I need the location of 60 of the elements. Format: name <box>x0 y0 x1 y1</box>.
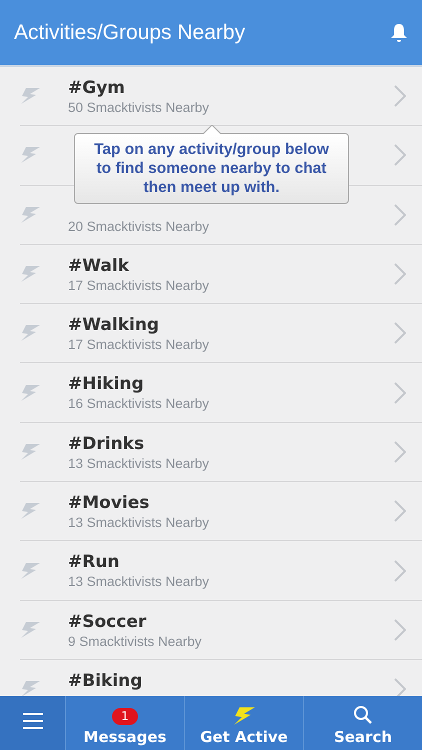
activity-row[interactable]: #Hiking 16 Smacktivists Nearby <box>20 363 422 423</box>
nearby-count: 13 Smacktivists Nearby <box>68 514 210 532</box>
lightning-icon <box>20 384 40 401</box>
chevron-icon <box>394 618 406 641</box>
tab-button[interactable]: Get Active <box>184 696 303 750</box>
activity-row[interactable]: #Run 13 Smacktivists Nearby <box>20 541 422 601</box>
activity-title: #Gym <box>68 78 126 99</box>
unread-badge: 1 <box>112 708 138 725</box>
bell-icon[interactable] <box>390 22 408 42</box>
activity-row[interactable]: #Gym 50 Smacktivists Nearby <box>20 67 422 126</box>
lightning-icon <box>20 562 40 579</box>
activity-title: #Hiking <box>68 374 145 396</box>
chevron-icon <box>394 678 406 696</box>
activity-row[interactable]: #Soccer 9 Smacktivists Nearby <box>20 600 422 660</box>
screen-title: Activities/Groups Nearby <box>14 20 246 44</box>
tooltip: Tap on any activity/group below to find someone nearby to chat then meet up with. <box>74 133 349 204</box>
activity-title: #Walking <box>68 315 160 336</box>
activity-row[interactable]: #Drinks 13 Smacktivists Nearby <box>20 422 422 482</box>
activity-title: #Biking <box>68 670 144 692</box>
nearby-count: 13 Smacktivists Nearby <box>68 454 210 473</box>
chevron-icon <box>394 322 406 344</box>
tooltip-pointer <box>202 125 220 134</box>
nearby-count: 17 Smacktivists Nearby <box>68 276 210 295</box>
chevron-icon <box>394 382 406 404</box>
chevron-icon <box>394 560 406 582</box>
activity-title: #Run <box>68 552 121 574</box>
lightning-icon <box>20 147 40 164</box>
lightning-icon <box>20 444 40 460</box>
activity-row[interactable]: #Walking 17 Smacktivists Nearby <box>20 304 422 364</box>
activity-title: #Soccer <box>68 612 148 633</box>
nearby-count: 9 Smacktivists Nearby <box>68 632 203 651</box>
activity-title: #Movies <box>68 493 150 514</box>
search-icon <box>353 705 373 725</box>
chevron-icon <box>394 204 406 226</box>
lightning-icon <box>20 681 40 696</box>
chevron-icon <box>394 85 406 108</box>
lightning-icon <box>20 88 40 104</box>
lightning-icon <box>20 503 40 520</box>
nearby-count: 13 Smacktivists Nearby <box>68 573 210 592</box>
menu-icon <box>22 712 44 730</box>
nearby-count: 17 Smacktivists Nearby <box>68 336 210 354</box>
menu-button[interactable] <box>0 696 65 750</box>
chevron-icon <box>394 500 406 522</box>
activity-row[interactable]: #Movies 13 Smacktivists Nearby <box>20 482 422 542</box>
nearby-count: 20 Smacktivists Nearby <box>68 218 210 236</box>
lightning-icon <box>20 325 40 342</box>
activity-title: #Walk <box>68 256 130 277</box>
tab-button[interactable]: 1 Messages <box>65 696 184 750</box>
chevron-icon <box>394 144 406 166</box>
lightning-icon <box>233 707 255 725</box>
nearby-count: 16 Smacktivists Nearby <box>68 395 210 414</box>
nearby-count: 50 Smacktivists Nearby <box>68 99 210 117</box>
lightning-icon <box>20 622 40 638</box>
activity-row[interactable]: #Walk 17 Smacktivists Nearby <box>20 244 422 304</box>
chevron-icon <box>394 263 406 286</box>
activity-title: #Drinks <box>68 434 146 455</box>
tab-button[interactable]: Search <box>303 696 422 750</box>
chevron-icon <box>394 440 406 463</box>
lightning-icon <box>20 266 40 282</box>
lightning-icon <box>20 206 40 223</box>
